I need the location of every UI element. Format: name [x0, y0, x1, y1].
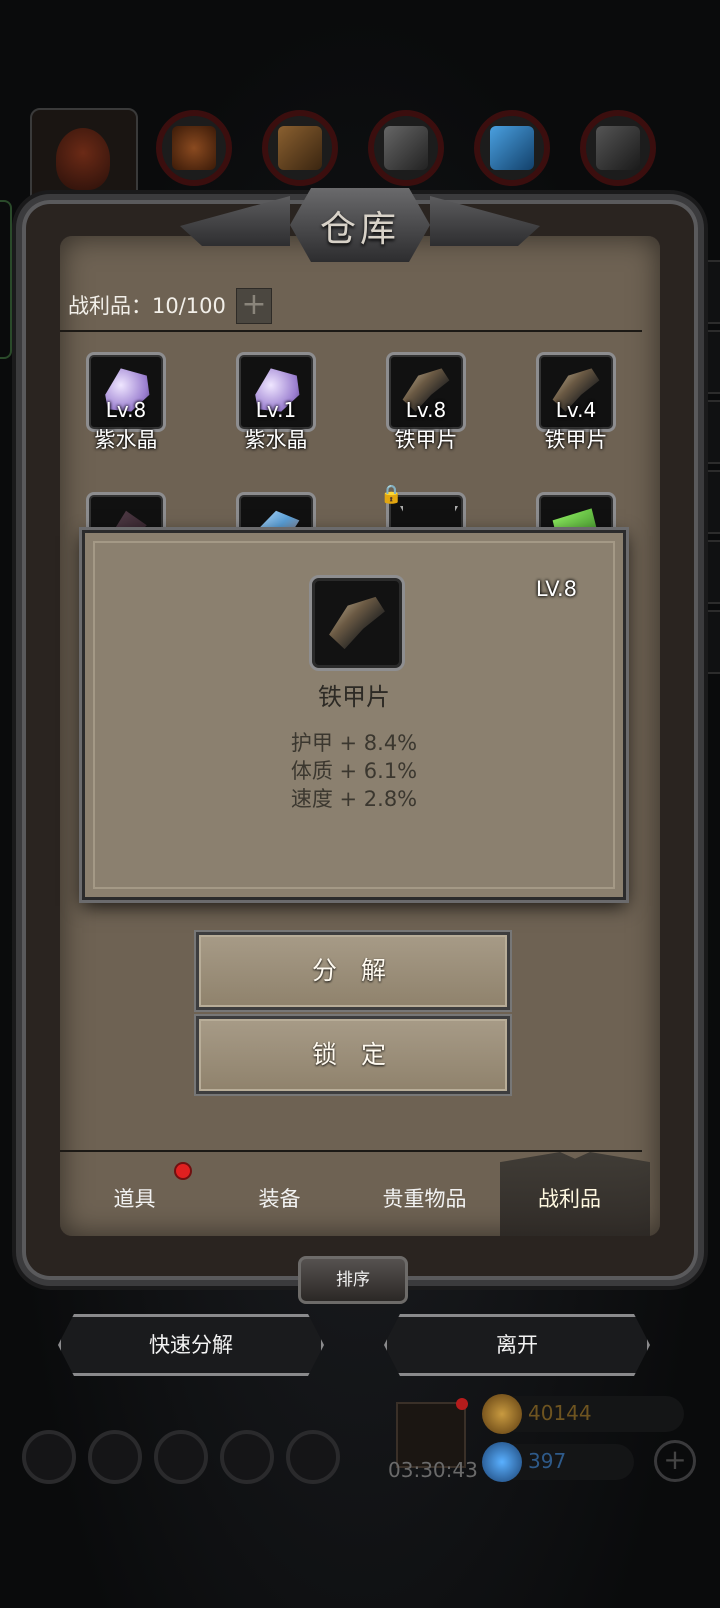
decompose-button[interactable]: 分 解	[196, 932, 510, 1010]
stat-armor: 护甲 + 8.4%	[290, 731, 418, 755]
quick-decompose-button[interactable]: 快速分解	[58, 1314, 324, 1376]
leave-button[interactable]: 离开	[384, 1314, 650, 1376]
gold-icon	[482, 1394, 522, 1434]
item-level: Lv.4	[555, 398, 597, 422]
wood-resource-icon	[156, 110, 232, 186]
crystal-resource-icon	[474, 110, 550, 186]
mail-icon[interactable]	[220, 1430, 274, 1484]
popup-item-slot	[309, 575, 405, 671]
item-detail-popup: LV.8 铁甲片 护甲 + 8.4% 体质 + 6.1% 速度 + 2.8%	[82, 530, 626, 900]
lumber-resource-icon	[262, 110, 338, 186]
stat-constitution: 体质 + 6.1%	[290, 759, 418, 783]
category-tabs: 道具 装备 贵重物品 战利品	[62, 1152, 650, 1236]
lock-icon: 🔒	[380, 484, 403, 505]
popup-level: LV.8	[535, 577, 577, 601]
gift-timer: 03:30:43	[388, 1458, 478, 1482]
lock-button[interactable]: 锁 定	[196, 1016, 510, 1094]
loot-counter: 战利品：10/100	[68, 294, 226, 318]
gold-counter: 40144	[482, 1394, 684, 1434]
expand-capacity-button[interactable]: +	[236, 288, 272, 324]
left-side-tab[interactable]	[0, 200, 12, 359]
item-slot[interactable]: Lv.1 紫水晶	[236, 352, 316, 452]
item-level: Lv.1	[255, 398, 297, 422]
iron-resource-icon	[580, 110, 656, 186]
tab-valuables[interactable]: 贵重物品	[352, 1162, 497, 1236]
item-level: Lv.8	[105, 398, 147, 422]
item-slot[interactable]: Lv.4 铁甲片	[536, 352, 616, 452]
panel-title: 仓库	[319, 209, 400, 250]
iron-plate-icon	[329, 596, 385, 650]
ranking-icon[interactable]	[154, 1430, 208, 1484]
gold-value: 40144	[528, 1401, 592, 1425]
popup-item-name: 铁甲片	[318, 683, 390, 711]
hero-portrait[interactable]	[30, 108, 138, 212]
tab-loot[interactable]: 战利品	[497, 1162, 642, 1236]
achievement-icon[interactable]	[88, 1430, 142, 1484]
item-name: 紫水晶	[244, 428, 308, 452]
sort-button[interactable]: 排序	[298, 1256, 408, 1304]
item-name: 铁甲片	[544, 428, 608, 452]
tab-equipment[interactable]: 装备	[207, 1162, 352, 1236]
stone-resource-icon	[368, 110, 444, 186]
divider	[60, 330, 642, 332]
item-level: Lv.8	[405, 398, 447, 422]
divider	[60, 1150, 642, 1152]
notification-badge	[456, 1398, 468, 1410]
notification-badge	[176, 1164, 190, 1178]
item-slot[interactable]: Lv.8 紫水晶	[86, 352, 166, 452]
shop-icon[interactable]	[286, 1430, 340, 1484]
gem-value: 397	[528, 1449, 567, 1473]
hero-icon	[56, 128, 110, 190]
gem-icon	[482, 1442, 522, 1482]
item-slot[interactable]: Lv.8 铁甲片	[386, 352, 466, 452]
gem-counter: 397	[482, 1442, 634, 1482]
stat-speed: 速度 + 2.8%	[290, 787, 418, 811]
item-name: 铁甲片	[394, 428, 458, 452]
item-name: 紫水晶	[94, 428, 158, 452]
settings-icon[interactable]	[22, 1430, 76, 1484]
add-currency-button[interactable]: +	[654, 1440, 696, 1482]
